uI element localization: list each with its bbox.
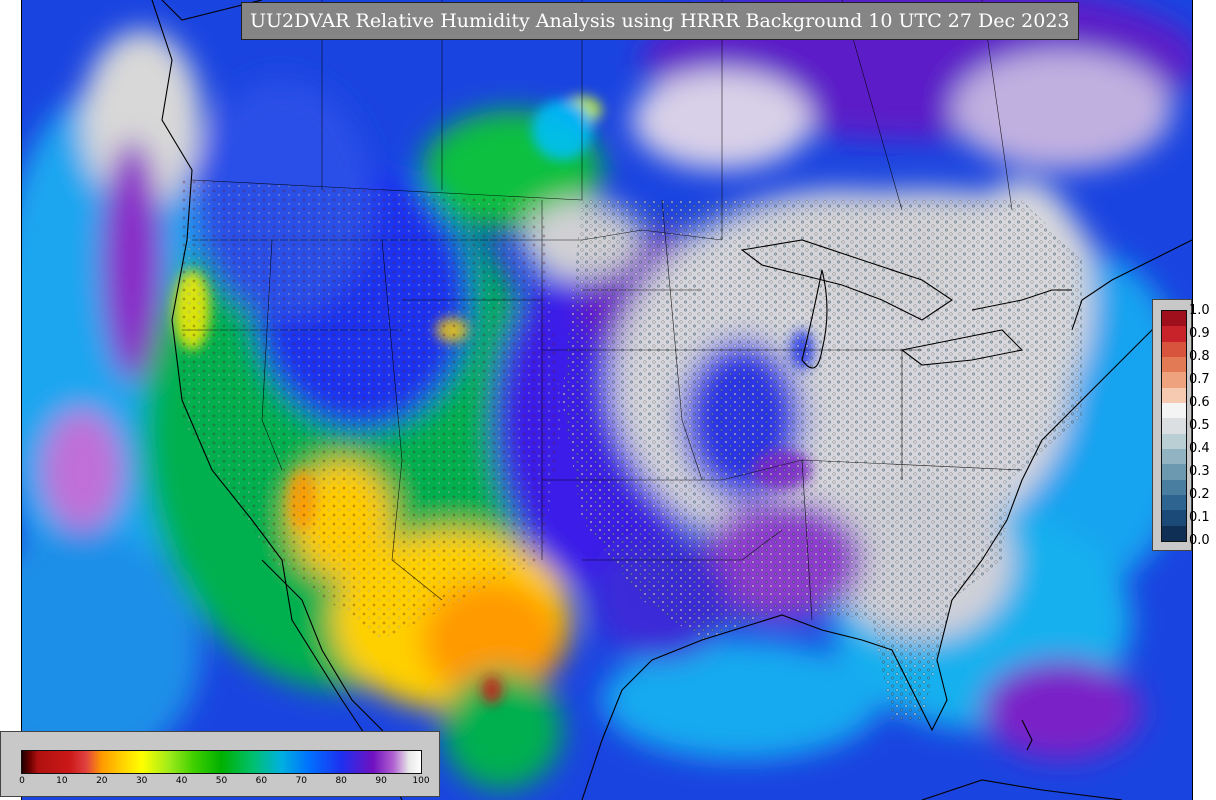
colorbar-tick-label: 1.0 (1189, 303, 1210, 318)
colorbar-tick-label: 0.3 (1189, 464, 1210, 479)
colorbar-cell (1162, 418, 1186, 435)
humidity-map[interactable] (22, 0, 1192, 800)
legend-tick-label: 60 (255, 776, 268, 786)
legend-tick-label: 10 (56, 776, 68, 786)
colorbar-tick-label: 0.4 (1189, 441, 1210, 456)
colorbar-cell (1162, 387, 1186, 404)
colorbar-cell (1162, 479, 1186, 496)
colorbar-cell (1162, 495, 1186, 511)
colorbar-cell (1162, 341, 1186, 358)
colorbar-cell (1162, 357, 1186, 373)
colorbar-cell (1162, 525, 1186, 542)
colorbar-cell (1162, 464, 1186, 481)
map-frame[interactable] (21, 0, 1193, 800)
legend-tick-label: 90 (375, 776, 387, 786)
legend-tick-label: 0 (19, 776, 25, 786)
colorbar-cell (1162, 449, 1186, 465)
legend-tick-label: 20 (96, 776, 108, 786)
colorbar-cell (1162, 433, 1186, 450)
colorbar-cell (1162, 510, 1186, 527)
colorbar-cell (1162, 311, 1186, 327)
colorbar-tick-label: 0.0 (1189, 533, 1210, 548)
observation-colorbar: 1.0 0.9 0.8 0.7 0.6 0.5 0.4 0.3 0.2 0.1 0.0 (1152, 299, 1210, 551)
humidity-legend: 0 10 20 30 40 50 60 70 80 90 100 (0, 731, 440, 797)
colorbar-cell (1162, 403, 1186, 419)
colorbar-tick-label: 0.2 (1189, 487, 1210, 502)
observation-colorbar-strip (1161, 310, 1187, 542)
legend-tick-label: 100 (412, 776, 430, 786)
colorbar-tick-label: 0.7 (1189, 372, 1210, 387)
colorbar-tick-label: 0.8 (1189, 349, 1210, 364)
legend-tick-label: 30 (135, 776, 148, 786)
colorbar-tick-label: 0.1 (1189, 510, 1210, 525)
colorbar-cell (1162, 372, 1186, 389)
legend-tick-label: 50 (215, 776, 228, 786)
colorbar-tick-label: 0.6 (1189, 395, 1210, 410)
colorbar-tick-label: 0.9 (1189, 326, 1210, 341)
legend-tick-label: 40 (175, 776, 188, 786)
colorbar-tick-label: 0.5 (1189, 418, 1210, 433)
colorbar-cell (1162, 326, 1186, 343)
legend-tick-label: 80 (335, 776, 347, 786)
legend-tick-label: 70 (295, 776, 308, 786)
map-title: UU2DVAR Relative Humidity Analysis using… (241, 2, 1079, 40)
humidity-legend-bar (21, 750, 422, 774)
